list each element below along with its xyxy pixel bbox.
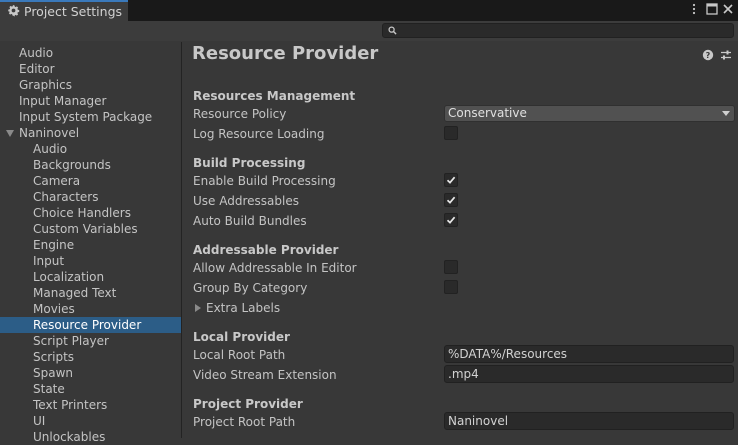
sidebar-item-localization[interactable]: Localization [0, 269, 181, 285]
sidebar-item-resource-provider[interactable]: Resource Provider [0, 317, 181, 333]
use-addressables-label: Use Addressables [193, 194, 299, 208]
settings-panel: Resource Provider ? Resources Management… [182, 42, 738, 438]
sidebar-item-unlockables[interactable]: Unlockables [0, 429, 181, 445]
local-root-path-label: Local Root Path [193, 348, 286, 362]
sidebar-item-spawn[interactable]: Spawn [0, 365, 181, 381]
resource-policy-dropdown[interactable]: Conservative [444, 105, 735, 122]
allow-addressable-in-editor-checkbox[interactable] [444, 260, 458, 274]
foldout-arrow-icon[interactable] [195, 304, 201, 312]
page-title: Resource Provider [192, 43, 379, 64]
sidebar-item-scripts[interactable]: Scripts [0, 349, 181, 365]
sidebar-item-engine[interactable]: Engine [0, 237, 181, 253]
use-addressables-checkbox[interactable] [444, 193, 458, 207]
sidebar-item-ui[interactable]: UI [0, 413, 181, 429]
video-stream-extension-label: Video Stream Extension [193, 368, 337, 382]
sidebar: Audio Editor Graphics Input Manager Inpu… [0, 42, 181, 444]
resource-policy-value: Conservative [448, 106, 527, 120]
preset-settings-icon[interactable] [720, 49, 732, 61]
sidebar-item-input-system-package[interactable]: Input System Package [0, 109, 181, 125]
auto-build-bundles-label: Auto Build Bundles [193, 214, 307, 228]
sidebar-item-graphics[interactable]: Graphics [0, 77, 181, 93]
tab-project-settings[interactable]: Project Settings [0, 0, 128, 22]
sidebar-item-backgrounds[interactable]: Backgrounds [0, 157, 181, 173]
sidebar-item-naninovel-audio[interactable]: Audio [0, 141, 181, 157]
sidebar-item-input[interactable]: Input [0, 253, 181, 269]
section-build-processing: Build Processing [193, 156, 306, 170]
search-icon [388, 26, 397, 35]
section-resources-management: Resources Management [193, 89, 356, 103]
sidebar-item-characters[interactable]: Characters [0, 189, 181, 205]
svg-text:?: ? [706, 51, 711, 60]
search-input[interactable] [382, 23, 734, 38]
sidebar-item-choice-handlers[interactable]: Choice Handlers [0, 205, 181, 221]
dropdown-arrow-icon [722, 111, 730, 116]
maximize-icon[interactable] [706, 3, 718, 15]
more-options-icon[interactable] [688, 3, 700, 15]
project-root-path-field[interactable]: Naninovel [444, 412, 734, 430]
sidebar-item-managed-text[interactable]: Managed Text [0, 285, 181, 301]
group-by-category-checkbox[interactable] [444, 280, 458, 294]
help-icon[interactable]: ? [702, 49, 714, 61]
sidebar-item-input-manager[interactable]: Input Manager [0, 93, 181, 109]
checkmark-icon [446, 196, 456, 204]
group-by-category-label: Group By Category [193, 281, 308, 295]
sidebar-item-text-printers[interactable]: Text Printers [0, 397, 181, 413]
section-addressable-provider: Addressable Provider [193, 243, 339, 257]
sidebar-item-naninovel[interactable]: Naninovel [0, 125, 181, 141]
sidebar-item-editor[interactable]: Editor [0, 61, 181, 77]
log-resource-loading-checkbox[interactable] [444, 126, 458, 140]
sidebar-item-custom-variables[interactable]: Custom Variables [0, 221, 181, 237]
allow-addressable-in-editor-label: Allow Addressable In Editor [193, 261, 357, 275]
resource-policy-label: Resource Policy [193, 107, 287, 121]
gear-icon [8, 4, 20, 17]
sidebar-item-script-player[interactable]: Script Player [0, 333, 181, 349]
extra-labels-foldout[interactable]: Extra Labels [206, 301, 280, 315]
section-project-provider: Project Provider [193, 397, 303, 411]
video-stream-extension-field[interactable]: .mp4 [444, 365, 734, 383]
project-root-path-label: Project Root Path [193, 415, 296, 429]
local-root-path-field[interactable]: %DATA%/Resources [444, 345, 734, 363]
sidebar-item-state[interactable]: State [0, 381, 181, 397]
sidebar-item-camera[interactable]: Camera [0, 173, 181, 189]
close-icon[interactable] [722, 3, 734, 15]
sidebar-item-audio[interactable]: Audio [0, 45, 181, 61]
sidebar-item-movies[interactable]: Movies [0, 301, 181, 317]
checkmark-icon [446, 176, 456, 184]
expand-triangle-icon[interactable] [6, 130, 14, 137]
enable-build-processing-label: Enable Build Processing [193, 174, 336, 188]
enable-build-processing-checkbox[interactable] [444, 173, 458, 187]
tab-title: Project Settings [24, 4, 123, 19]
auto-build-bundles-checkbox[interactable] [444, 213, 458, 227]
log-resource-loading-label: Log Resource Loading [193, 127, 325, 141]
checkmark-icon [446, 216, 456, 224]
section-local-provider: Local Provider [193, 330, 290, 344]
